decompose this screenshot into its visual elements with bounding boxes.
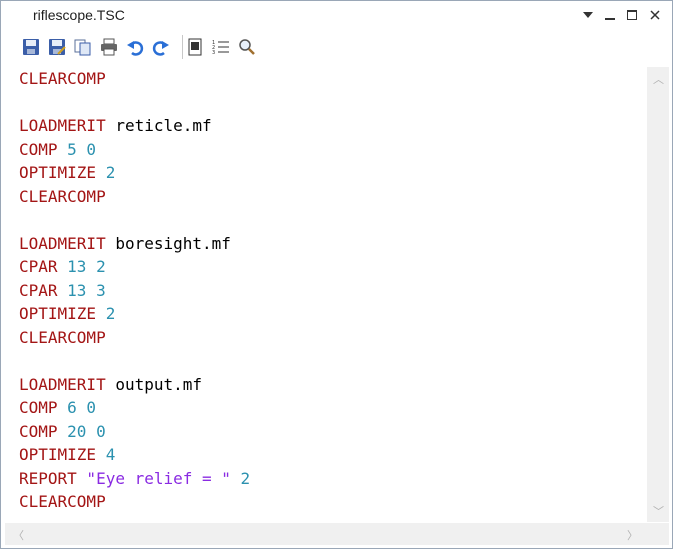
svg-text:3: 3 [212,50,215,56]
maximize-icon[interactable] [621,5,643,25]
code-line[interactable]: REPORT "Eye relief = " 2 [19,467,250,491]
keyword-token: LOADMERIT [19,374,106,394]
scrollbar-corner [647,523,669,545]
text-token: reticle.mf [105,116,212,135]
print-icon[interactable] [99,37,119,57]
vertical-scrollbar[interactable]: ︿ ﹀ [647,67,669,522]
code-line[interactable]: LOADMERIT reticle.mf [19,114,250,138]
keyword-token: COMP [19,139,58,159]
code-line[interactable]: COMP 5 0 [19,138,250,162]
line-numbers-icon[interactable]: 123 [211,37,231,57]
keyword-token: REPORT [19,468,77,488]
keyword-token: LOADMERIT [19,116,106,135]
scroll-left-icon[interactable]: 〈 [13,527,24,543]
code-line[interactable] [19,91,250,115]
scroll-up-icon[interactable]: ︿ [653,71,664,87]
toolbar-separator [182,35,183,59]
keyword-token: OPTIMIZE [19,304,97,323]
editor-window: riflescope.TSC 1 2 3 CLEARCOMP LOADMERIT… [0,0,673,549]
dropdown-icon[interactable] [577,5,599,25]
number-token: 2 [230,468,251,488]
save-as-icon[interactable] [47,37,67,57]
keyword-token: CPAR [19,280,58,300]
string-token: "Eye relief = " [76,468,231,488]
undo-icon[interactable] [125,37,145,57]
horizontal-scrollbar[interactable]: 〈 〉 [5,523,647,545]
title-bar[interactable]: riflescope.TSC [1,1,672,29]
code-line[interactable]: CPAR 13 2 [19,255,250,279]
code-text[interactable]: CLEARCOMP LOADMERIT reticle.mf COMP 5 0 OP… [19,67,250,514]
number-token: 13 3 [57,280,106,300]
keyword-token: CLEARCOMP [19,327,106,347]
number-token: 2 [96,304,116,323]
keyword-token: COMP [19,398,58,417]
keyword-token: LOADMERIT [19,233,106,253]
window-title: riflescope.TSC [33,7,125,23]
code-line[interactable]: LOADMERIT output.mf [19,373,250,397]
minimize-icon[interactable] [599,5,621,25]
code-line[interactable]: CLEARCOMP [19,490,250,514]
code-line[interactable]: OPTIMIZE 2 [19,161,250,185]
number-token: 2 [96,163,116,182]
settings-icon[interactable] [185,37,205,57]
copy-icon[interactable] [73,37,93,57]
keyword-token: CLEARCOMP [19,69,106,88]
find-icon[interactable] [237,37,257,57]
keyword-token: CPAR [19,257,58,276]
number-token: 20 0 [57,421,106,441]
code-line[interactable]: COMP 6 0 [19,396,250,420]
code-line[interactable] [19,349,250,373]
text-token: boresight.mf [105,233,231,253]
close-icon[interactable] [644,5,666,25]
number-token: 6 0 [57,398,97,417]
number-token: 4 [96,445,116,464]
code-line[interactable]: CLEARCOMP [19,185,250,209]
code-line[interactable]: COMP 20 0 [19,420,250,444]
code-editor[interactable]: CLEARCOMP LOADMERIT reticle.mf COMP 5 0 OP… [5,67,647,522]
code-line[interactable]: LOADMERIT boresight.mf [19,232,250,256]
number-token: 5 0 [57,139,97,159]
number-token: 13 2 [57,257,106,276]
code-line[interactable]: OPTIMIZE 4 [19,443,250,467]
toolbar: 123 [1,29,672,65]
code-line[interactable]: CLEARCOMP [19,67,250,91]
code-line[interactable]: CPAR 13 3 [19,279,250,303]
keyword-token: CLEARCOMP [19,492,106,511]
code-line[interactable]: CLEARCOMP [19,326,250,350]
redo-icon[interactable] [151,37,171,57]
save-icon[interactable] [21,37,41,57]
scroll-right-icon[interactable]: 〉 [627,527,638,543]
keyword-token: CLEARCOMP [19,186,106,206]
keyword-token: OPTIMIZE [19,445,97,464]
keyword-token: COMP [19,421,58,441]
text-token: output.mf [105,374,203,394]
scroll-down-icon[interactable]: ﹀ [653,503,664,519]
code-line[interactable] [19,208,250,232]
keyword-token: OPTIMIZE [19,163,97,182]
code-line[interactable]: OPTIMIZE 2 [19,302,250,326]
